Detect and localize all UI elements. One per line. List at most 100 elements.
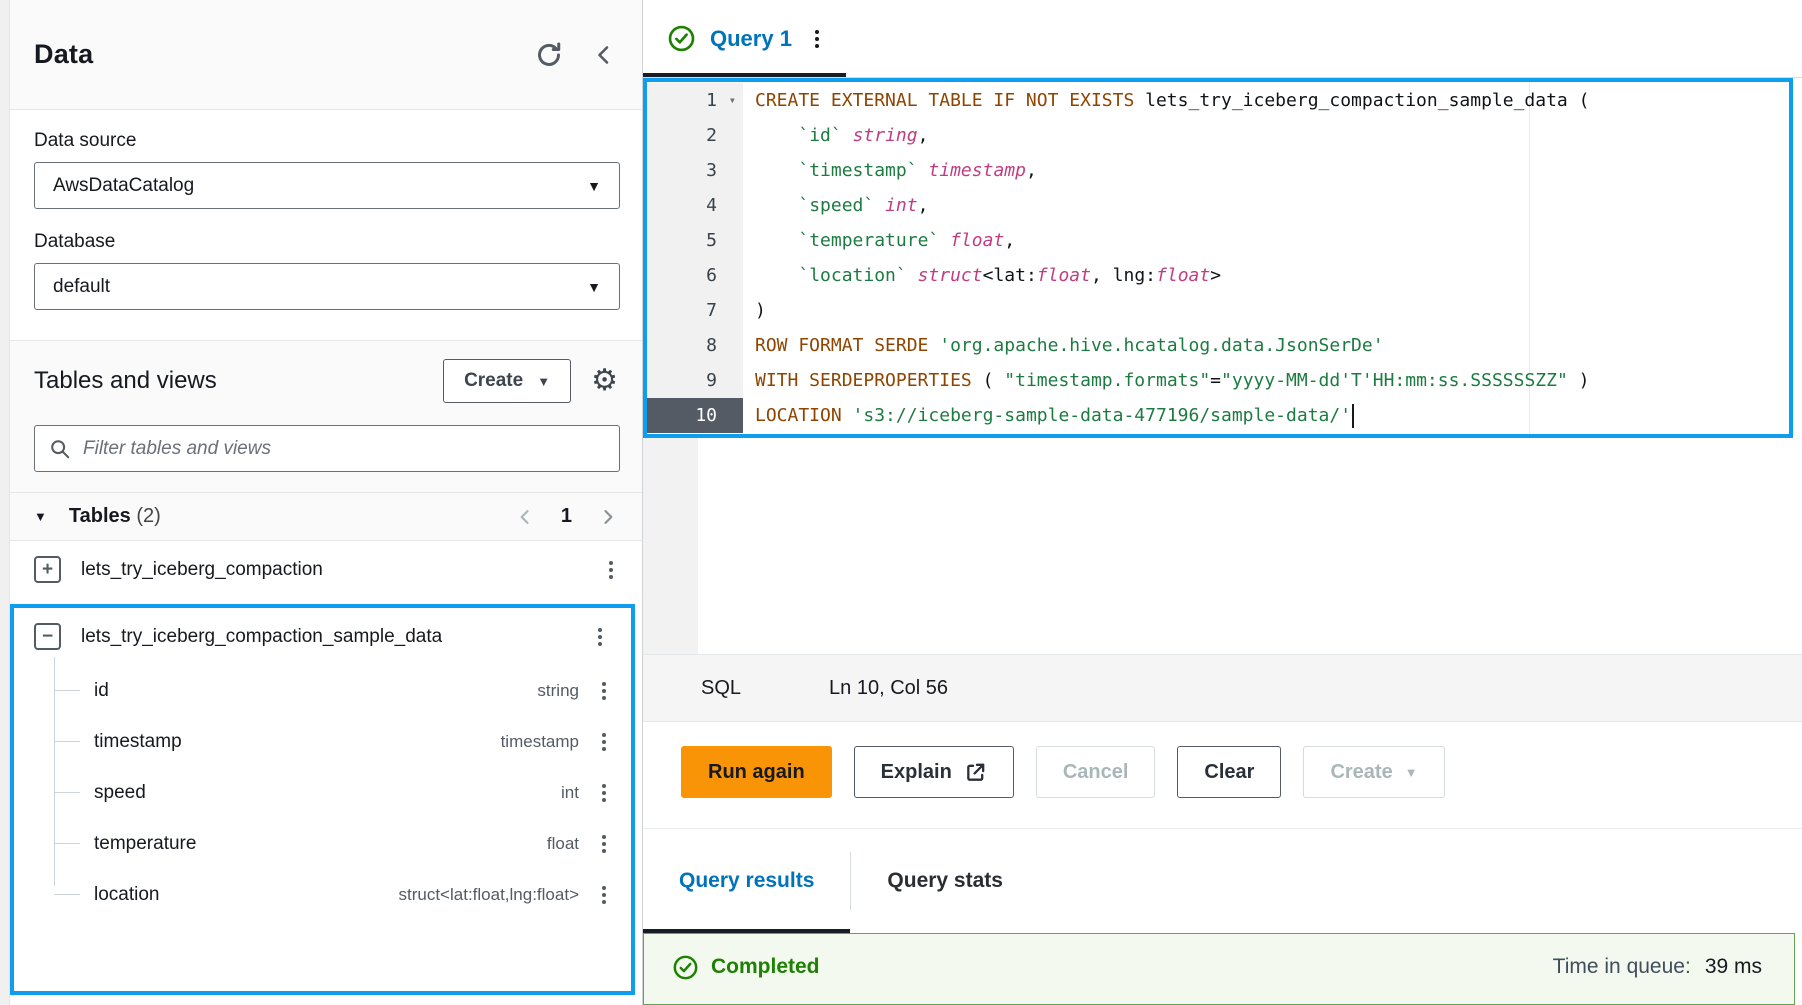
code-text: `id` string,	[743, 118, 928, 153]
code-line: 10LOCATION 's3://iceberg-sample-data-477…	[647, 398, 1789, 433]
query-tab[interactable]: Query 1	[643, 0, 846, 77]
column-menu-icon[interactable]	[593, 827, 615, 861]
explain-button[interactable]: Explain	[854, 746, 1014, 798]
fold-caret-icon[interactable]: ▾	[729, 83, 736, 118]
run-again-button[interactable]: Run again	[681, 746, 832, 798]
column-row: temperature float	[14, 818, 631, 869]
query-tab-menu-icon[interactable]	[806, 22, 828, 56]
success-check-icon	[667, 24, 696, 53]
code-text: `temperature` float,	[743, 223, 1015, 258]
time-in-queue-label: Time in queue:	[1553, 955, 1691, 979]
column-name: speed	[94, 782, 146, 804]
tab-query-results[interactable]: Query results	[643, 829, 850, 933]
search-icon	[49, 438, 71, 460]
column-menu-icon[interactable]	[593, 878, 615, 912]
code-line: 9WITH SERDEPROPERTIES ( "timestamp.forma…	[647, 363, 1789, 398]
data-source-select[interactable]: AwsDataCatalog ▼	[34, 162, 620, 209]
line-number: 1▾	[647, 83, 743, 118]
table-menu-icon[interactable]	[600, 553, 622, 587]
line-number: 3	[647, 153, 743, 188]
page-number[interactable]: 1	[561, 505, 572, 528]
tree-branch-line	[54, 690, 80, 691]
editor-gutter-extension	[643, 438, 698, 654]
selected-table-highlight: − lets_try_iceberg_compaction_sample_dat…	[10, 604, 635, 995]
column-name: timestamp	[94, 731, 182, 753]
column-type: float	[547, 834, 579, 854]
editor-statusbar: SQL Ln 10, Col 56	[643, 654, 1802, 722]
create-dropdown-button: Create ▼	[1303, 746, 1444, 798]
expand-table-icon[interactable]: +	[34, 556, 61, 583]
code-text: `location` struct<lat:float, lng:float>	[743, 258, 1221, 293]
line-number: 4	[647, 188, 743, 223]
columns-list: idstring timestamp timestamp speed int temper…	[14, 665, 631, 920]
tables-list: + lets_try_iceberg_compaction − lets_try…	[10, 541, 642, 1005]
table-row[interactable]: + lets_try_iceberg_compaction	[10, 541, 642, 598]
filter-tables-input[interactable]	[83, 438, 605, 460]
code-text: CREATE EXTERNAL TABLE IF NOT EXISTS lets…	[743, 83, 1589, 118]
clear-label: Clear	[1204, 761, 1254, 784]
query-workspace: Query 1 1▾CREATE EXTERNAL TABLE IF NOT E…	[643, 0, 1802, 1005]
line-number: 5	[647, 223, 743, 258]
page-next-icon[interactable]	[598, 507, 618, 527]
query-actions: Run again Explain Cancel Clear Create ▼	[643, 722, 1802, 828]
database-select[interactable]: default ▼	[34, 263, 620, 310]
line-number: 7	[647, 293, 743, 328]
code-text: WITH SERDEPROPERTIES ( "timestamp.format…	[743, 363, 1589, 398]
column-menu-icon[interactable]	[593, 776, 615, 810]
cursor-position: Ln 10, Col 56	[829, 677, 948, 700]
filter-box	[34, 425, 620, 472]
line-number: 2	[647, 118, 743, 153]
column-menu-icon[interactable]	[593, 674, 615, 708]
panel-title: Data	[34, 39, 93, 70]
collapse-panel-icon[interactable]	[592, 43, 616, 67]
create-button[interactable]: Create ▼	[443, 359, 571, 403]
query-tabbar: Query 1	[643, 0, 1802, 78]
column-row: idstring	[14, 665, 631, 716]
query-status-banner: Completed Time in queue: 39 ms	[643, 933, 1795, 1005]
create-dropdown-label: Create	[1330, 761, 1392, 784]
tab-query-stats[interactable]: Query stats	[851, 829, 1039, 933]
tables-views-heading: Tables and views	[34, 367, 443, 395]
sql-editor[interactable]: 1▾CREATE EXTERNAL TABLE IF NOT EXISTS le…	[643, 78, 1793, 438]
run-again-label: Run again	[708, 761, 805, 784]
code-text: `speed` int,	[743, 188, 928, 223]
page-prev-icon[interactable]	[515, 507, 535, 527]
tables-toolbar: Tables and views Create ▼ ⚙	[10, 340, 642, 421]
line-number: 9	[647, 363, 743, 398]
table-name: lets_try_iceberg_compaction	[81, 559, 323, 581]
table-name: lets_try_iceberg_compaction_sample_data	[81, 626, 442, 648]
tree-branch-line	[54, 894, 80, 895]
tree-branch-line	[54, 792, 80, 793]
column-type: int	[561, 783, 579, 803]
tables-group-header: ▼ Tables (2) 1	[10, 492, 642, 541]
clear-button[interactable]: Clear	[1177, 746, 1281, 798]
refresh-icon[interactable]	[534, 40, 564, 70]
column-menu-icon[interactable]	[593, 725, 615, 759]
line-number: 8	[647, 328, 743, 363]
code-line: 7)	[647, 293, 1789, 328]
tree-branch-line	[54, 741, 80, 742]
tables-group-label: Tables (2)	[69, 505, 161, 528]
query-tab-label: Query 1	[710, 26, 792, 52]
collapse-table-icon[interactable]: −	[34, 623, 61, 650]
data-panel: Data Data source AwsDataCatalog	[10, 0, 643, 1005]
column-name: temperature	[94, 833, 196, 855]
text-cursor	[1352, 404, 1354, 428]
chevron-down-icon: ▼	[1405, 765, 1418, 780]
column-row: locationstruct<lat:float,lng:float>	[14, 869, 631, 920]
code-line: 2 `id` string,	[647, 118, 1789, 153]
table-row[interactable]: − lets_try_iceberg_compaction_sample_dat…	[14, 608, 631, 665]
table-menu-icon[interactable]	[589, 620, 611, 654]
collapse-group-icon[interactable]: ▼	[34, 509, 47, 524]
code-text: )	[743, 293, 766, 328]
source-database-section: Data source AwsDataCatalog ▼ Database de…	[10, 110, 642, 340]
settings-gear-icon[interactable]: ⚙	[591, 366, 618, 396]
database-value: default	[53, 276, 110, 298]
column-name: location	[94, 884, 160, 906]
editor-empty-area[interactable]	[643, 438, 1802, 654]
column-type: timestamp	[501, 732, 579, 752]
explain-label: Explain	[881, 761, 952, 784]
line-number: 6	[647, 258, 743, 293]
filter-section	[10, 421, 642, 492]
data-source-label: Data source	[34, 130, 620, 152]
